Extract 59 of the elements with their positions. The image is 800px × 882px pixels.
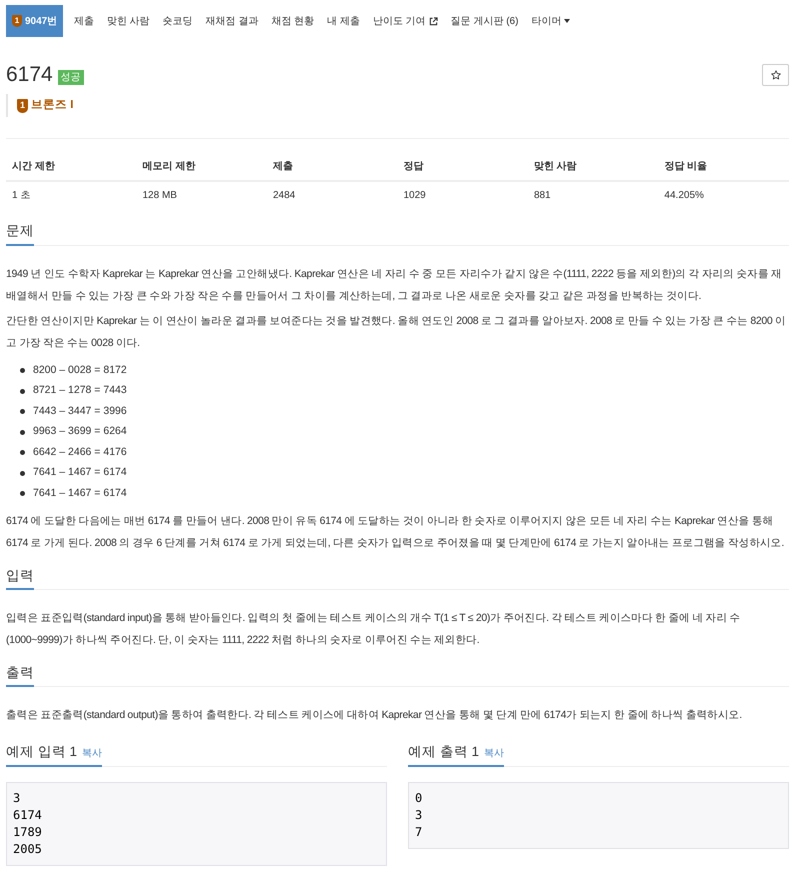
table-cell: 881 xyxy=(528,181,658,210)
column-header: 제출 xyxy=(266,150,398,182)
paragraph: 출력은 표준출력(standard output)을 통하여 출력한다. 각 테스트 케이스에 대하여 Kaprekar 연산을 통해 몇 단계 만에 6174가 되는지 한 줄에 하나씩 출력하시오. xyxy=(6,708,743,724)
column-header: 정답 xyxy=(397,150,528,182)
bullet-icon xyxy=(20,388,25,394)
sample-code-block: 3 6174 1789 2005 xyxy=(6,782,387,866)
table-cell: 44.205% xyxy=(658,181,789,210)
section-heading: 입력 xyxy=(6,568,34,590)
nav-tab[interactable]: 내 제출 xyxy=(320,5,366,37)
tier-mark: 1 xyxy=(17,98,28,113)
sample-heading: 예제 출력 1 xyxy=(408,744,480,761)
section-heading: 문제 xyxy=(6,223,34,246)
list-item-text: 8721 – 1278 = 7443 xyxy=(33,383,127,398)
problem-title: 6174 xyxy=(6,63,53,86)
section-heading: 출력 xyxy=(6,665,34,688)
paragraph: 입력은 표준입력(standard input)을 통해 받아들인다. 입력의 첫 줄에는 테스트 케이스의 개수 T(1 ≤ T ≤ 20)가 주어진다. 각 테스트 케이스마다 한 줄에 네 자리 수(1000~9999)가 하나씩 주어진다. 단, 이 숫자는 1111, 2222 처럼 하나의 숫자로 이루어진 수는 제외한다. xyxy=(6,611,742,648)
nav-tab[interactable]: 숏코딩 xyxy=(156,5,200,37)
bullet-icon xyxy=(20,450,25,456)
list-item-text: 8200 – 0028 = 8172 xyxy=(33,362,127,378)
tier-mark: 1 xyxy=(12,15,22,27)
sample-heading: 예제 입력 1 xyxy=(6,744,78,761)
table-cell: 1029 xyxy=(397,181,528,210)
bullet-icon xyxy=(20,470,25,476)
nav-tab[interactable]: 재채점 결과 xyxy=(199,5,265,37)
column-header: 시간 제한 xyxy=(6,150,136,182)
paragraph: 간단한 연산이지만 Kaprekar 는 이 연산이 놀라운 결과를 보여준다는 것을 발견했다. 올해 연도인 2008 로 그 결과를 알아보자. 2008 로 만들 수 있는 가장 큰 수는 8200 이고 가장 작은 수는 0028 이다. xyxy=(6,314,787,351)
column-header: 메모리 제한 xyxy=(136,150,267,182)
column-header: 정답 비율 xyxy=(658,150,789,182)
paragraph: 1949 년 인도 수학자 Kaprekar 는 Kaprekar 연산을 고안해냈다. Kaprekar 연산은 네 자리 수 중 모든 자리수가 같지 않은 수(1111, 2222 등을 제외한)의 각 자리의 숫자를 재배열해서 만들 수 있는 가장 큰 수와 가장 작은 수를 만들어서 그 차이를 계산하는데, 그 결과로 나온 새로운 숫자를 갖고 같은 과정을 반복하는 것이다. xyxy=(6,266,783,304)
paragraph: 6174 에 도달한 다음에는 매번 6174 를 만들어 낸다. 2008 만이 유독 6174 에 도달하는 것이 아니라 한 숫자로 이루어지지 않은 모든 네 자리 수는 Kaprekar 연산을 통해 6174 로 가게 된다. 2008 의 경우 6 단계를 거쳐 6174 로 가게 되었는데, 다른 숫자가 입력으로 주어졌을 때 몇 단계만에 6174 로 가는지 알아내는 프로그램을 작성하시오. xyxy=(6,514,785,552)
nav-tab[interactable]: 1 9047번 xyxy=(6,5,64,37)
table-cell: 2484 xyxy=(266,181,398,210)
favorite-button[interactable] xyxy=(762,64,789,86)
nav-tab[interactable]: 난이도 기여 xyxy=(366,5,444,37)
tier-label[interactable]: 브론즈 I xyxy=(31,97,74,114)
nav-tab[interactable]: 맞힌 사람 xyxy=(100,5,156,37)
column-header: 맞힌 사람 xyxy=(528,150,658,182)
copy-link[interactable]: 복사 xyxy=(82,746,102,762)
table-cell: 1 초 xyxy=(6,181,136,210)
list-item-text: 7641 – 1467 = 6174 xyxy=(33,486,127,501)
bullet-icon xyxy=(20,491,25,496)
list-item-text: 7443 – 3447 = 3996 xyxy=(33,404,127,419)
nav-tab[interactable]: 제출 xyxy=(67,5,100,37)
bullet-icon xyxy=(20,409,25,414)
bullet-icon xyxy=(20,368,25,374)
nav-tab[interactable]: 타이머 xyxy=(524,5,577,37)
nav-tab[interactable]: 채점 현황 xyxy=(264,5,321,37)
list-item-text: 9963 – 3699 = 6264 xyxy=(33,424,127,440)
sample-code-block: 0 3 7 xyxy=(408,782,789,850)
external-link-icon xyxy=(428,16,438,26)
bullet-icon xyxy=(20,430,25,435)
result-badge: 성공 xyxy=(58,70,84,86)
star-icon xyxy=(770,70,780,80)
list-item-text: 6642 – 2466 = 4176 xyxy=(33,444,127,460)
list-item-text: 7641 – 1467 = 6174 xyxy=(33,465,127,480)
nav-tab[interactable]: 질문 게시판 (6) xyxy=(444,5,525,37)
caret-icon xyxy=(564,19,570,23)
copy-link[interactable]: 복사 xyxy=(484,746,504,762)
table-cell: 128 MB xyxy=(136,181,267,210)
